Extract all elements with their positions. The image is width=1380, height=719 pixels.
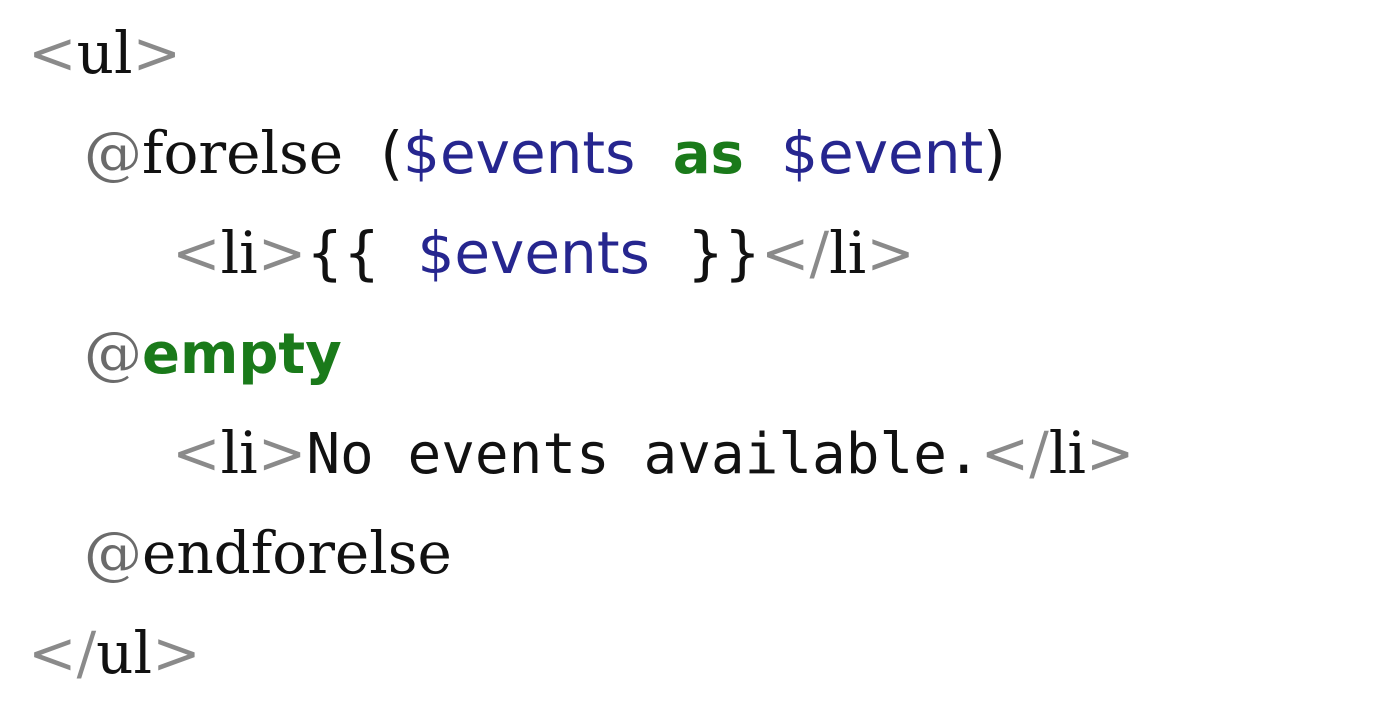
code-token-punct: /: [1029, 419, 1049, 487]
code-token-brace: {{: [306, 219, 381, 287]
code-token-tag: ul: [96, 619, 153, 687]
code-token-directive: forelse: [142, 119, 344, 187]
code-token-punct: >: [257, 219, 307, 287]
code-token-tag: ul: [76, 19, 133, 87]
code-token-punct: <: [172, 219, 221, 287]
code-token-var: $events: [403, 119, 636, 187]
code-line: </ul>: [0, 602, 201, 702]
code-line: <ul>: [0, 2, 181, 102]
code-token-punct: >: [866, 219, 915, 287]
code-token-tag: li: [220, 419, 258, 487]
code-token-tag: li: [829, 219, 867, 287]
code-token-at: @: [84, 319, 142, 387]
code-token-tag: li: [1048, 419, 1086, 487]
code-token-punct: >: [152, 619, 201, 687]
code-token-punct: <: [28, 19, 77, 87]
code-line: @forelse ($events as $event): [0, 102, 1006, 202]
code-token-at: @: [84, 519, 142, 587]
code-snippet: <ul> @forelse ($events as $event) <li>{{ $…: [0, 0, 1380, 719]
code-token-brace: (: [380, 119, 404, 187]
code-token-punct: >: [132, 19, 182, 87]
code-token-brace: }}: [687, 219, 761, 287]
code-token-punct: >: [1085, 419, 1135, 487]
code-token-punct: /: [76, 619, 97, 687]
code-token-brace: ): [983, 119, 1006, 187]
code-line: @endforelse: [0, 502, 452, 602]
code-token-keyword: empty: [142, 322, 342, 387]
code-token-punct: <: [760, 219, 810, 287]
code-token-punct: /: [809, 219, 830, 287]
code-token-var: $events: [417, 219, 650, 287]
code-token-text: No events available.: [306, 422, 981, 487]
code-token-punct: <: [172, 419, 221, 487]
code-line: @empty: [0, 302, 342, 402]
code-token-var: $event: [781, 119, 984, 187]
code-token-punct: >: [257, 419, 307, 487]
code-line: <li>{{ $events }}</li>: [0, 202, 915, 302]
code-token-directive: endforelse: [142, 519, 452, 587]
code-token-punct: <: [28, 619, 77, 687]
code-token-tag: li: [220, 219, 258, 287]
code-line: <li>No events available.</li>: [0, 402, 1135, 502]
code-token-keyword: as: [672, 122, 744, 187]
code-token-punct: <: [980, 419, 1030, 487]
code-token-at: @: [84, 119, 142, 187]
